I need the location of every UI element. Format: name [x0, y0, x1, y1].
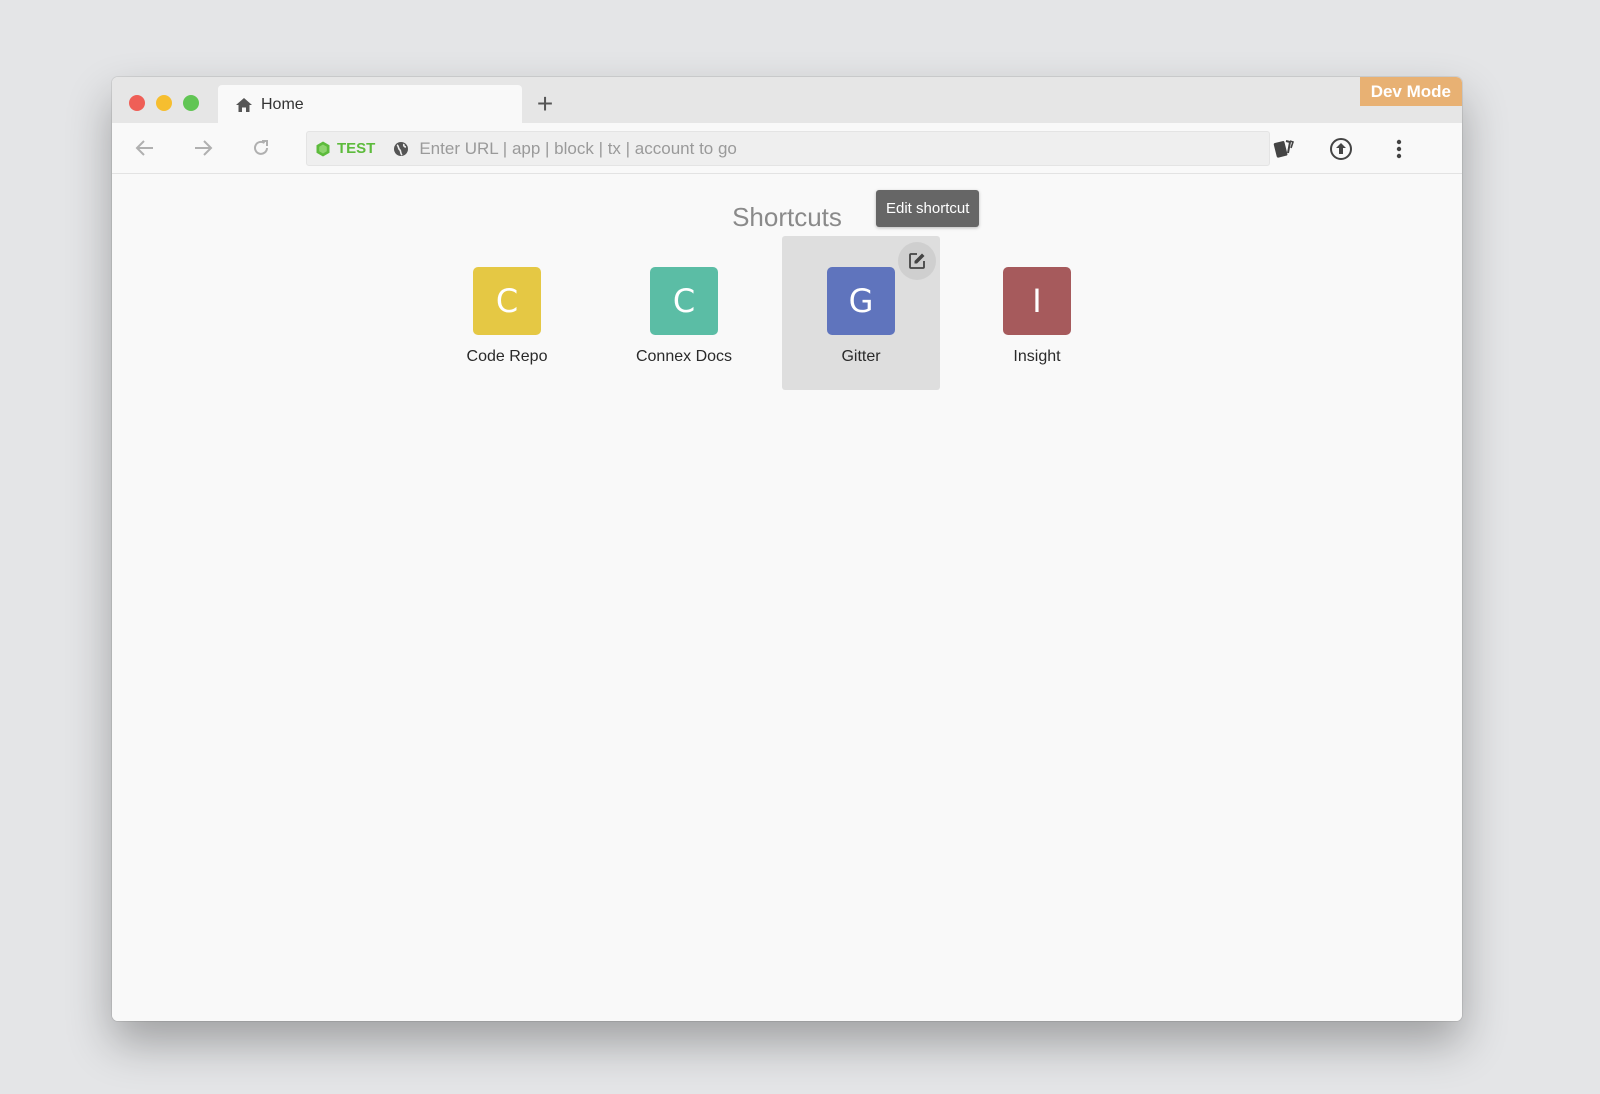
shortcut-label: Gitter — [841, 348, 881, 365]
globe-icon — [394, 141, 409, 156]
upload-button[interactable] — [1325, 133, 1357, 165]
home-icon — [234, 95, 254, 115]
home-content: Shortcuts C Code Repo C Connex Docs G Gi… — [112, 174, 1462, 1021]
shortcuts-title: Shortcuts — [732, 202, 842, 232]
shortcut-letter-icon: I — [1003, 267, 1071, 335]
more-menu-button[interactable] — [1383, 133, 1415, 165]
close-window-button[interactable] — [129, 95, 145, 111]
address-bar[interactable]: TEST — [306, 131, 1270, 166]
shortcut-tile[interactable]: G Gitter — [782, 236, 940, 390]
tab-label: Home — [261, 96, 304, 113]
upload-circle-icon — [1330, 138, 1352, 160]
shortcut-tile[interactable]: C Code Repo — [428, 236, 586, 390]
more-vertical-icon — [1396, 139, 1402, 159]
cards-icon — [1273, 140, 1295, 158]
toolbar: TEST — [112, 123, 1462, 174]
maximize-window-button[interactable] — [183, 95, 199, 111]
edit-shortcut-tooltip: Edit shortcut — [876, 190, 980, 227]
reload-icon — [254, 140, 268, 155]
network-hexagon-icon — [316, 141, 330, 156]
url-input[interactable] — [419, 134, 1269, 163]
arrow-right-icon — [195, 140, 213, 156]
edit-shortcut-button[interactable] — [898, 242, 936, 280]
shortcut-label: Connex Docs — [635, 348, 733, 365]
title-bar: Home + Dev Mode — [112, 77, 1462, 125]
tab-home[interactable]: Home — [218, 85, 522, 125]
arrow-left-icon — [135, 140, 153, 156]
edit-icon — [909, 253, 925, 269]
reload-button[interactable] — [246, 133, 276, 163]
minimize-window-button[interactable] — [156, 95, 172, 111]
wallet-button[interactable] — [1268, 133, 1300, 165]
shortcut-label: Insight — [1013, 348, 1061, 365]
shortcut-letter-icon: G — [827, 267, 895, 335]
browser-window: Home + Dev Mode TEST Short — [112, 77, 1462, 1021]
shortcut-tile[interactable]: C Connex Docs — [605, 236, 763, 390]
forward-button[interactable] — [188, 133, 218, 163]
new-tab-button[interactable]: + — [530, 89, 560, 119]
shortcut-letter-icon: C — [473, 267, 541, 335]
network-label: TEST — [337, 140, 376, 157]
shortcut-label: Code Repo — [466, 348, 548, 365]
shortcut-letter-icon: C — [650, 267, 718, 335]
shortcut-tile[interactable]: I Insight — [958, 236, 1116, 390]
dev-mode-badge: Dev Mode — [1359, 77, 1462, 106]
back-button[interactable] — [130, 133, 160, 163]
